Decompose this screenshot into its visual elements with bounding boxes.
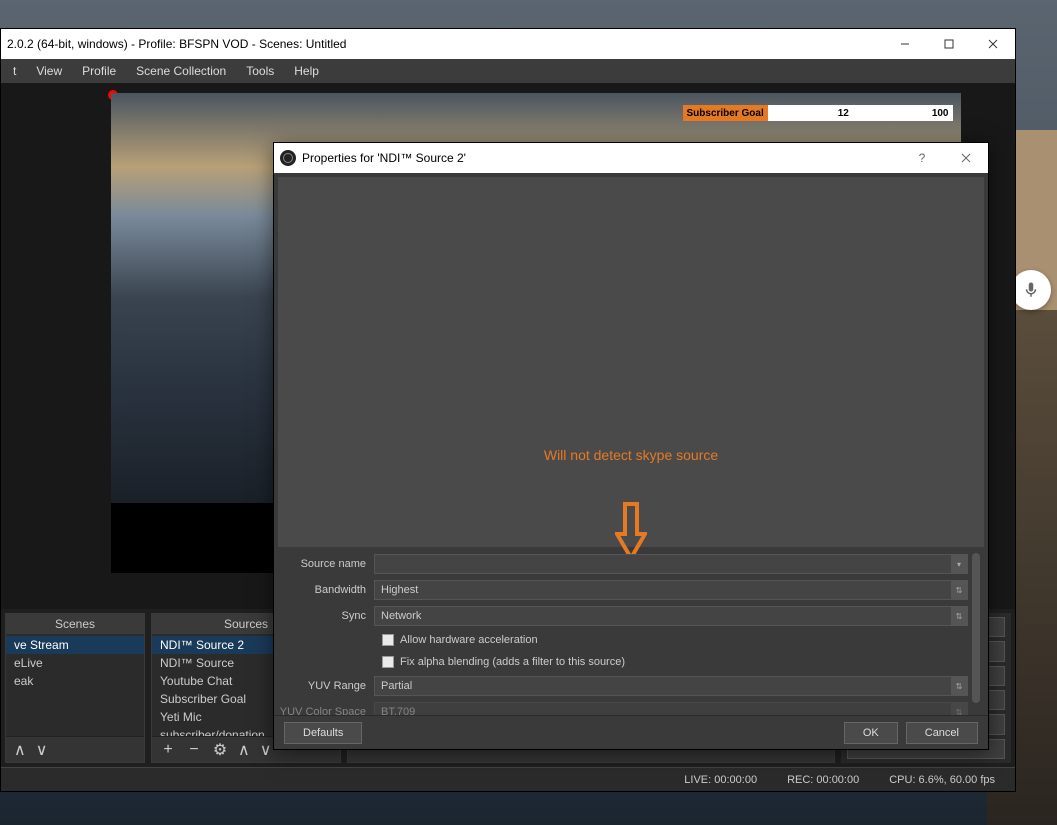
scene-item[interactable]: ve Stream — [6, 636, 144, 654]
scene-item[interactable]: eLive — [6, 654, 144, 672]
window-title: 2.0.2 (64-bit, windows) - Profile: BFSPN… — [7, 37, 346, 51]
close-icon — [961, 153, 971, 163]
fix-alpha-checkbox[interactable] — [382, 656, 394, 668]
microphone-button[interactable] — [1011, 270, 1051, 310]
allow-hw-checkbox[interactable] — [382, 634, 394, 646]
status-bar: LIVE: 00:00:00 REC: 00:00:00 CPU: 6.6%, … — [1, 767, 1015, 791]
label-yuv-cs: YUV Color Space — [274, 706, 374, 715]
move-up-icon[interactable]: ∧ — [238, 740, 250, 760]
obs-icon — [280, 150, 296, 166]
sub-goal-label: Subscriber Goal — [683, 105, 768, 121]
properties-dialog: Properties for 'NDI™ Source 2' ? Will no… — [273, 142, 989, 750]
bandwidth-dropdown[interactable]: Highest⇅ — [374, 580, 968, 600]
source-name-dropdown[interactable]: ▾ — [374, 554, 968, 574]
scenes-panel: Scenes ve Stream eLive eak ∧ ∨ — [5, 613, 145, 763]
label-bandwidth: Bandwidth — [274, 584, 374, 596]
yuv-range-dropdown[interactable]: Partial⇅ — [374, 676, 968, 696]
label-fix-alpha: Fix alpha blending (adds a filter to thi… — [400, 656, 625, 668]
annotation-text: Will not detect skype source — [544, 447, 718, 463]
dialog-help-button[interactable]: ? — [900, 143, 944, 173]
dialog-button-row: Defaults OK Cancel — [274, 715, 988, 749]
move-up-icon[interactable]: ∧ — [14, 740, 26, 760]
sub-goal-current: 12 — [838, 108, 849, 119]
obs-titlebar[interactable]: 2.0.2 (64-bit, windows) - Profile: BFSPN… — [1, 29, 1015, 59]
dialog-preview: Will not detect skype source — [278, 177, 984, 547]
remove-icon[interactable]: − — [186, 741, 202, 759]
ok-button[interactable]: OK — [844, 722, 898, 744]
obs-menubar: t View Profile Scene Collection Tools He… — [1, 59, 1015, 83]
close-button[interactable] — [971, 29, 1015, 59]
menu-item[interactable]: t — [3, 60, 26, 82]
label-yuv-range: YUV Range — [274, 680, 374, 692]
microphone-icon — [1022, 281, 1040, 299]
dialog-titlebar[interactable]: Properties for 'NDI™ Source 2' ? — [274, 143, 988, 173]
subscriber-goal-overlay: Subscriber Goal 12 100 — [683, 105, 953, 121]
dialog-title: Properties for 'NDI™ Source 2' — [302, 151, 466, 165]
status-rec: REC: 00:00:00 — [787, 774, 859, 786]
dialog-close-button[interactable] — [944, 143, 988, 173]
dialog-form: Source name ▾ Bandwidth Highest⇅ Sync Ne… — [274, 551, 988, 715]
menu-item[interactable]: View — [26, 60, 72, 82]
menu-item[interactable]: Profile — [72, 60, 126, 82]
scrollbar[interactable] — [972, 553, 980, 703]
yuv-cs-dropdown[interactable]: BT.709⇅ — [374, 702, 968, 715]
status-live: LIVE: 00:00:00 — [684, 774, 757, 786]
maximize-button[interactable] — [927, 29, 971, 59]
cancel-button[interactable]: Cancel — [906, 722, 978, 744]
sync-dropdown[interactable]: Network⇅ — [374, 606, 968, 626]
label-source-name: Source name — [274, 558, 374, 570]
sub-goal-max: 100 — [932, 108, 949, 119]
menu-item[interactable]: Scene Collection — [126, 60, 236, 82]
scenes-header: Scenes — [6, 614, 144, 634]
menu-item[interactable]: Help — [284, 60, 329, 82]
move-down-icon[interactable]: ∨ — [260, 740, 272, 760]
gear-icon[interactable]: ⚙ — [212, 740, 228, 760]
scene-item[interactable]: eak — [6, 672, 144, 690]
label-allow-hw: Allow hardware acceleration — [400, 634, 538, 646]
add-icon[interactable]: + — [160, 741, 176, 759]
minimize-button[interactable] — [883, 29, 927, 59]
menu-item[interactable]: Tools — [236, 60, 284, 82]
label-sync: Sync — [274, 610, 374, 622]
move-down-icon[interactable]: ∨ — [36, 740, 48, 760]
defaults-button[interactable]: Defaults — [284, 722, 362, 744]
status-cpu: CPU: 6.6%, 60.00 fps — [889, 774, 995, 786]
